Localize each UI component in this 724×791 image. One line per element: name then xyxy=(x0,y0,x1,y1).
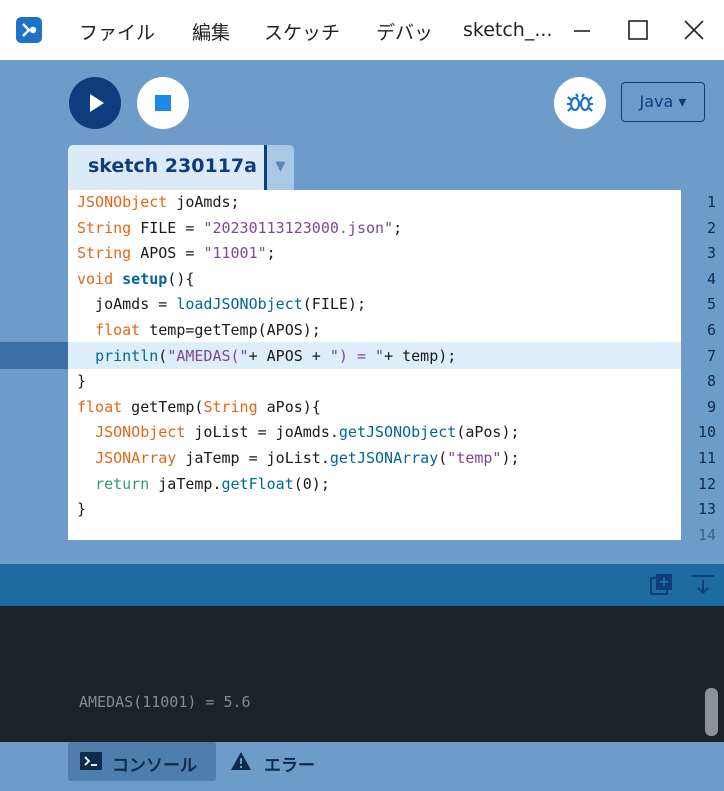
line-number: 5 xyxy=(706,295,716,314)
code-line: JSONObject joList = joAmds.getJSONObject… xyxy=(95,423,520,442)
tab-console[interactable]: コンソール xyxy=(68,742,216,781)
line-number: 13 xyxy=(697,500,716,519)
code-line: joAmds = loadJSONObject(FILE); xyxy=(77,295,366,314)
code-line: } xyxy=(77,500,87,519)
line-number: 1 xyxy=(706,193,716,211)
tab-sketch[interactable]: sketch 230117a xyxy=(68,145,264,190)
minimize-button[interactable] xyxy=(565,14,599,48)
scroll-down-icon xyxy=(692,575,714,595)
line-number: 3 xyxy=(706,244,716,263)
console-text: AMEDAS(11001) = 5.6 xyxy=(79,693,251,711)
tab-label: sketch 230117a xyxy=(88,155,257,177)
line-number: 7 xyxy=(706,346,716,365)
line-number: 10 xyxy=(697,423,716,442)
toolbar: Java ▾ xyxy=(0,60,724,145)
run-icon xyxy=(90,94,104,112)
warning-icon xyxy=(231,752,251,770)
menu-debug[interactable]: デバッ xyxy=(376,18,433,45)
code-line: String FILE = "20230113123000.json"; xyxy=(77,218,403,237)
code-line: return jaTemp.getFloat(0); xyxy=(95,474,330,493)
app-icon xyxy=(16,17,42,43)
stop-icon xyxy=(155,95,171,111)
code-line: float getTemp(String aPos){ xyxy=(77,397,321,416)
console-header xyxy=(0,564,724,606)
minimize-icon xyxy=(574,30,590,32)
line-number: 2 xyxy=(706,218,716,237)
menu-file[interactable]: ファイル xyxy=(79,18,155,45)
menu-sketch[interactable]: スケッチ xyxy=(264,18,340,45)
maximize-icon xyxy=(628,20,648,40)
add-window-icon xyxy=(650,574,672,595)
line-number: 9 xyxy=(706,397,716,416)
active-line-gutter xyxy=(0,342,68,369)
maximize-button[interactable] xyxy=(621,14,655,48)
line-number: 8 xyxy=(706,372,716,391)
mode-selector[interactable]: Java ▾ xyxy=(621,82,705,122)
console-output: AMEDAS(11001) = 5.6 xyxy=(0,606,724,742)
stop-button[interactable] xyxy=(137,77,189,129)
code-editor[interactable]: 1 2 3 4 5 6 7 8 9 10 11 12 13 14 JSONObj… xyxy=(0,190,724,564)
run-button[interactable] xyxy=(69,77,121,129)
add-window-button[interactable] xyxy=(650,573,674,597)
line-number: 11 xyxy=(697,449,716,467)
debug-icon xyxy=(567,93,593,112)
tab-errors[interactable]: エラー xyxy=(230,742,330,781)
code-line: JSONObject joAmds; xyxy=(77,193,240,211)
code-line: float temp=getTemp(APOS); xyxy=(95,321,321,339)
menu-edit[interactable]: 編集 xyxy=(192,18,230,45)
code-line: JSONArray jaTemp = joList.getJSONArray("… xyxy=(95,449,520,467)
scroll-down-button[interactable] xyxy=(691,573,715,597)
footer-bar: コンソール エラー xyxy=(0,742,724,791)
tab-menu-button[interactable]: ▼ xyxy=(267,145,294,190)
error-tab-label: エラー xyxy=(264,756,315,776)
line-number: 4 xyxy=(706,269,716,288)
code-line: println("AMEDAS("+ APOS + ") = "+ temp); xyxy=(95,346,457,365)
console-icon xyxy=(80,752,102,770)
tab-bar: sketch 230117a ▼ xyxy=(0,145,724,190)
title-bar: ファイル 編集 スケッチ デバッ sketch_... xyxy=(0,0,724,60)
console-tab-label: コンソール xyxy=(112,756,197,776)
code-line: void setup(){ xyxy=(77,269,195,288)
line-number: 6 xyxy=(706,321,716,339)
close-icon xyxy=(684,20,704,40)
debug-button[interactable] xyxy=(554,77,606,129)
console-scrollbar[interactable] xyxy=(705,688,718,736)
code-line: String APOS = "11001"; xyxy=(77,244,276,263)
line-number: 12 xyxy=(697,474,716,493)
code-line: } xyxy=(77,372,87,391)
window-title: sketch_... xyxy=(463,19,553,41)
editor-bottom-strip xyxy=(0,540,724,564)
close-button[interactable] xyxy=(677,14,711,48)
